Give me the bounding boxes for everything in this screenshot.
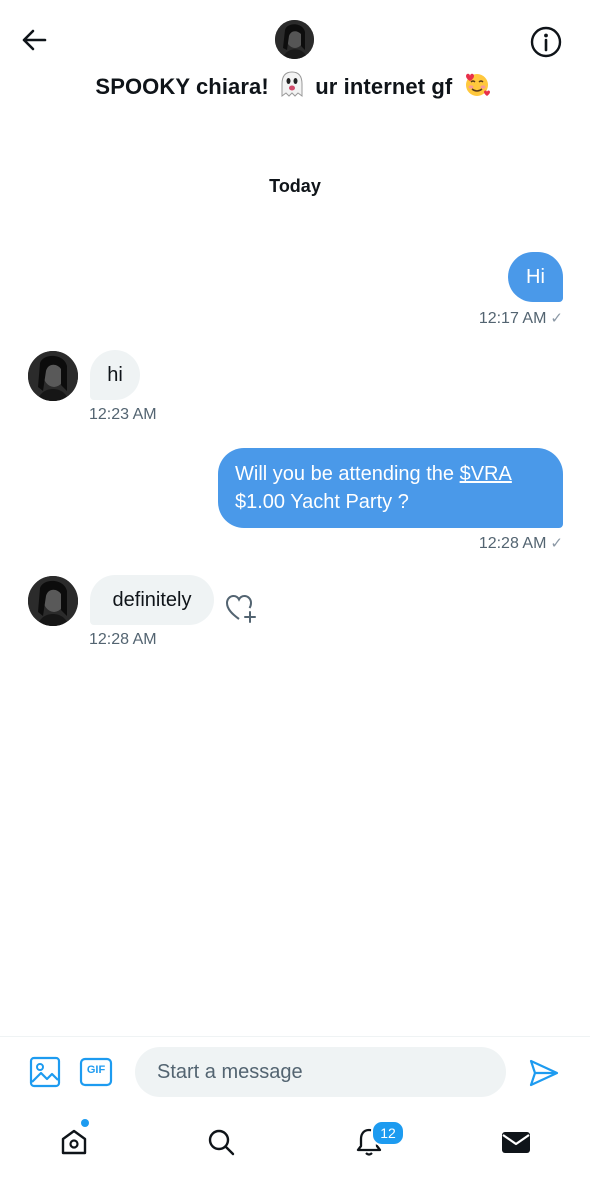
composer-divider — [0, 1036, 590, 1037]
add-reaction-button[interactable] — [222, 591, 262, 627]
nav-search[interactable] — [199, 1120, 243, 1164]
check-icon: ✓ — [550, 535, 563, 552]
nav-messages[interactable] — [494, 1120, 538, 1164]
title-part-2: ur internet gf — [315, 74, 453, 99]
image-icon — [29, 1056, 61, 1088]
add-media-button[interactable] — [28, 1055, 62, 1089]
avatar-image — [28, 351, 78, 401]
message-timestamp: 12:28 AM — [89, 631, 157, 648]
message-input[interactable] — [135, 1047, 506, 1097]
message-bubble-incoming[interactable]: definitely — [90, 575, 214, 625]
home-notification-dot — [81, 1119, 89, 1127]
sender-avatar[interactable] — [28, 576, 78, 626]
notification-count-badge: 12 — [371, 1120, 405, 1146]
heart-plus-icon — [225, 594, 256, 623]
send-button[interactable] — [527, 1056, 561, 1090]
nav-home[interactable] — [52, 1120, 96, 1164]
send-icon — [529, 1059, 559, 1087]
search-icon — [208, 1129, 235, 1156]
info-button[interactable] — [526, 22, 566, 62]
check-icon: ✓ — [550, 310, 563, 327]
home-icon — [61, 1129, 87, 1155]
gif-label: GIF — [86, 1064, 106, 1076]
message-text: definitely — [112, 589, 192, 611]
avatar-image — [28, 576, 78, 626]
mail-icon — [502, 1132, 530, 1153]
avatar-image — [275, 20, 314, 59]
info-icon — [530, 26, 562, 58]
title-part-1: SPOOKY chiara! — [95, 74, 269, 99]
message-bubble-outgoing[interactable]: Hi — [508, 252, 563, 302]
ghost-emoji — [279, 70, 305, 106]
message-bubble-incoming[interactable]: hi — [90, 350, 140, 400]
message-timestamp: 12:28 AM ✓ — [400, 534, 563, 553]
message-bubble-outgoing[interactable]: Will you be attending the $VRA $1.00 Yac… — [218, 448, 563, 528]
message-text-before: Will you be attending the — [235, 463, 460, 485]
timestamp-text: 12:28 AM — [478, 535, 547, 552]
date-separator: Today — [269, 176, 321, 196]
message-text-after: $1.00 Yacht Party ? — [235, 491, 409, 513]
arrow-left-icon — [22, 29, 47, 51]
header-avatar[interactable] — [275, 20, 314, 59]
smiling-face-with-hearts-emoji — [463, 70, 491, 106]
cashtag-link[interactable]: $VRA — [460, 463, 512, 485]
message-timestamp: 12:17 AM ✓ — [400, 309, 563, 328]
message-text: Hi — [526, 266, 545, 288]
timestamp-text: 12:17 AM — [478, 310, 547, 327]
gif-button[interactable]: GIF — [79, 1057, 113, 1087]
sender-avatar[interactable] — [28, 351, 78, 401]
conversation-title[interactable]: SPOOKY chiara! ur internet gf — [0, 70, 590, 106]
message-text: hi — [107, 364, 123, 386]
back-button[interactable] — [14, 22, 54, 58]
message-timestamp: 12:23 AM — [89, 406, 157, 423]
